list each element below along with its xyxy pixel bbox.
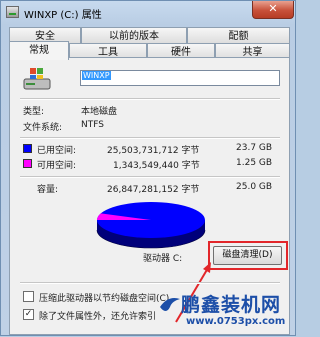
compress-checkbox[interactable] — [23, 291, 34, 302]
volume-name-input[interactable]: WINXP — [80, 70, 280, 86]
divider — [20, 137, 280, 139]
capacity-size: 25.0 GB — [236, 182, 273, 192]
volume-name-value: WINXP — [82, 71, 111, 80]
compress-label: 压缩此驱动器以节约磁盘空间(C) — [39, 294, 170, 304]
filesystem-label: 文件系统: — [23, 123, 63, 133]
type-label: 类型: — [23, 107, 45, 117]
hard-drive-icon — [23, 68, 51, 90]
free-space-swatch — [23, 159, 32, 168]
index-label: 除了文件属性外，还允许索引 — [39, 312, 157, 322]
close-button[interactable]: ✕ — [252, 1, 294, 19]
tab-quota[interactable]: 配额 — [187, 27, 290, 44]
free-space-label: 可用空间: — [37, 161, 77, 171]
drive-icon — [6, 6, 19, 18]
used-space-swatch — [23, 144, 32, 153]
filesystem-value: NTFS — [81, 120, 104, 130]
tab-general[interactable]: 常规 — [9, 41, 69, 60]
watermark-logo: 鹏鑫装机网 www.0753px.com — [156, 287, 297, 337]
divider — [20, 176, 280, 178]
disk-usage-pie — [96, 202, 206, 249]
watermark-url: www.0753px.com — [186, 316, 286, 327]
window-title: WINXP (C:) 属性 — [24, 10, 102, 21]
title-bar[interactable]: WINXP (C:) 属性 ✕ — [1, 1, 297, 25]
index-checkbox[interactable]: ✓ — [23, 309, 34, 320]
free-space-bytes: 1,343,549,440 字节 — [113, 161, 200, 171]
tab-previous-versions[interactable]: 以前的版本 — [81, 27, 187, 44]
used-space-bytes: 25,503,731,712 字节 — [107, 146, 200, 156]
capacity-bytes: 26,847,281,152 字节 — [107, 185, 200, 195]
type-value: 本地磁盘 — [81, 107, 118, 117]
properties-window: WINXP (C:) 属性 ✕ 安全 以前的版本 配额 常规 工具 硬件 共享 … — [0, 0, 296, 336]
free-space-size: 1.25 GB — [236, 158, 273, 168]
highlight-box — [208, 241, 288, 270]
watermark-bird-icon — [160, 298, 180, 311]
used-space-label: 已用空间: — [37, 146, 77, 156]
divider — [20, 282, 280, 284]
capacity-label: 容量: — [37, 185, 59, 195]
used-space-size: 23.7 GB — [236, 143, 273, 153]
divider — [20, 98, 280, 100]
watermark-title: 鹏鑫装机网 — [181, 294, 282, 316]
